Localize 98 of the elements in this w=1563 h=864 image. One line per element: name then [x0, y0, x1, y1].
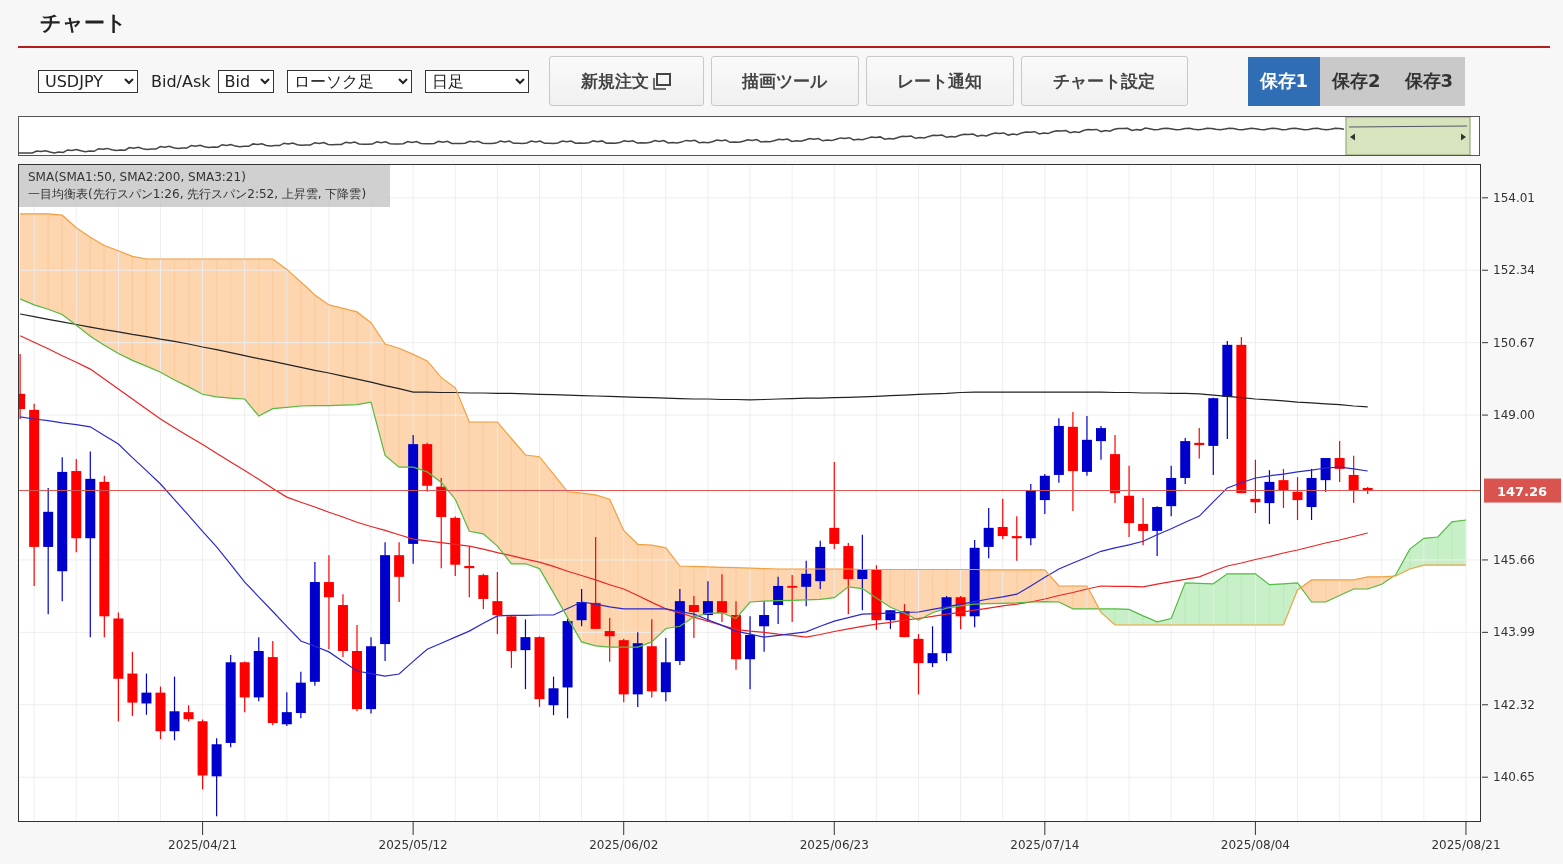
candlestick: [1039, 473, 1050, 515]
candlestick: [281, 691, 292, 727]
candlestick: [1292, 476, 1303, 521]
axis-label: 140.65: [1493, 770, 1535, 785]
candlestick: [1306, 468, 1317, 521]
candlestick: [1011, 515, 1022, 562]
candlestick: [422, 442, 433, 493]
window-icon: [653, 72, 671, 90]
candlestick: [18, 353, 26, 420]
candlestick: [1025, 483, 1036, 546]
candlestick: [520, 618, 531, 690]
axis-label: 149.00: [1493, 408, 1535, 423]
candlestick: [548, 676, 559, 716]
candlestick: [773, 576, 784, 625]
page-title: チャート: [40, 10, 127, 37]
field-label: Bid/Ask: [151, 71, 211, 91]
candlestick: [1194, 427, 1205, 460]
axis-label: 2025/08/21: [1431, 838, 1501, 852]
axis-label: 2025/08/04: [1220, 838, 1290, 852]
axis-label: 152.34: [1493, 263, 1535, 278]
axis-label: 2025/06/23: [799, 838, 869, 852]
save-tab[interactable]: 保存2: [1320, 56, 1393, 106]
toolbar-button[interactable]: 描画ツール: [710, 56, 859, 106]
candlestick: [576, 588, 587, 627]
candlestick: [295, 671, 306, 719]
axis-label: 2025/06/02: [589, 838, 659, 852]
candlestick: [717, 573, 727, 623]
candlestick: [1053, 417, 1064, 484]
candlestick: [1250, 459, 1261, 514]
axis-label: 142.32: [1493, 697, 1535, 712]
save-tab[interactable]: 保存1: [1247, 56, 1321, 106]
candlestick: [941, 595, 952, 662]
candlestick: [759, 600, 770, 653]
candlestick: [394, 541, 405, 603]
candlestick: [1264, 469, 1275, 525]
candlestick: [913, 633, 924, 695]
ref-line-label: 147.26: [1496, 483, 1548, 499]
candlestick: [197, 718, 208, 790]
candlestick: [1334, 440, 1345, 483]
candlestick: [899, 603, 910, 638]
candlestick: [1152, 505, 1163, 557]
candlestick: [731, 600, 741, 671]
toolbar-button[interactable]: 新規注文: [548, 56, 704, 106]
toolbar-button[interactable]: レート通知: [865, 56, 1014, 106]
candlestick: [127, 651, 138, 717]
candlestick: [787, 574, 798, 623]
candlestick: [492, 571, 503, 635]
axis-label: 143.99: [1493, 625, 1535, 640]
candlestick: [239, 660, 250, 713]
candlestick: [1166, 465, 1177, 517]
candlestick: [815, 540, 826, 590]
candlestick: [688, 595, 699, 639]
candlestick: [801, 560, 812, 607]
dropdown[interactable]: ローソク足: [286, 69, 412, 93]
dropdown[interactable]: 日足: [424, 69, 529, 93]
candlestick: [450, 515, 461, 577]
dropdown[interactable]: USDJPY: [38, 69, 138, 93]
candlestick: [1320, 457, 1331, 493]
axis-label: 150.67: [1493, 335, 1535, 350]
candlestick: [1110, 434, 1121, 504]
legend-text: SMA(SMA1:50, SMA2:200, SMA3:21): [28, 169, 247, 186]
candlestick: [183, 704, 194, 722]
left-arrow-icon[interactable]: [1350, 133, 1355, 141]
candlestick: [464, 545, 475, 598]
candlestick: [478, 573, 489, 610]
axis-label: 2025/04/21: [168, 838, 238, 852]
candlestick: [1096, 425, 1106, 461]
price-tag: 147.26: [1484, 478, 1561, 503]
candlestick: [1138, 497, 1149, 546]
candlestick: [337, 593, 348, 658]
candlestick: [871, 564, 882, 631]
axis-label: 2025/07/14: [1010, 838, 1080, 852]
candlestick: [983, 507, 994, 559]
save-tab[interactable]: 保存3: [1392, 56, 1466, 106]
candlestick: [927, 625, 938, 668]
candlestick: [253, 636, 264, 702]
candlestick: [1081, 415, 1092, 477]
axis-label: 154.01: [1493, 190, 1535, 205]
axis-label: 145.66: [1493, 552, 1535, 567]
toolbar-button[interactable]: チャート設定: [1020, 56, 1188, 106]
candlestick: [1278, 468, 1289, 509]
candlestick: [997, 498, 1008, 540]
candlestick: [885, 609, 896, 630]
axis-label: 2025/05/12: [378, 838, 448, 852]
candlestick: [660, 637, 671, 702]
candlestick: [169, 676, 180, 741]
candlestick: [155, 685, 166, 740]
candlestick: [955, 595, 966, 630]
candlestick: [618, 638, 629, 703]
candlestick: [1348, 455, 1359, 504]
candlestick: [1362, 486, 1373, 495]
candlestick: [141, 672, 152, 716]
right-arrow-icon[interactable]: [1461, 133, 1466, 141]
candlestick: [506, 614, 517, 669]
legend-text: 一目均衡表(先行スパン1:26, 先行スパン2:52, 上昇雲, 下降雲): [28, 186, 367, 203]
candlestick: [1180, 437, 1191, 485]
candlestick: [604, 617, 615, 663]
dropdown[interactable]: Bid: [217, 69, 274, 93]
